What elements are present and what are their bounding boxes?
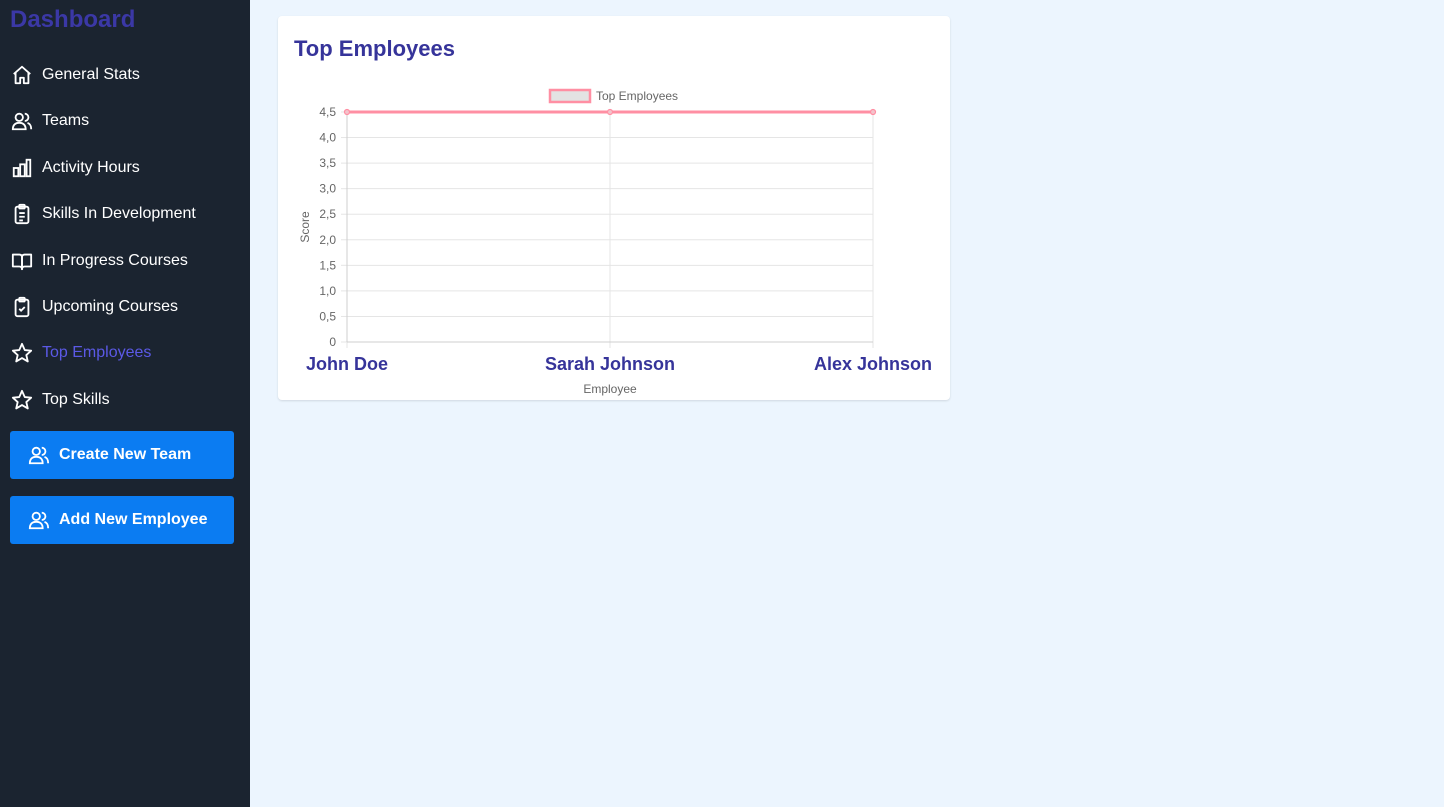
data-point bbox=[869, 108, 877, 116]
nav-skills-in-development[interactable]: Skills In Development bbox=[10, 199, 240, 229]
nav-label: Activity Hours bbox=[42, 159, 140, 176]
y-tick-label: 1,5 bbox=[319, 258, 336, 272]
nav-label: Teams bbox=[42, 112, 90, 129]
bar-chart-icon bbox=[10, 156, 34, 180]
top-employees-card: Top Employees 0 0,5 1,0 1,5 2,0 2,5 3,0 3,5 4,0 4… bbox=[278, 16, 950, 400]
nav-label: In Progress Courses bbox=[42, 252, 188, 269]
x-axis-title: Employee bbox=[583, 382, 637, 396]
star-icon bbox=[10, 341, 34, 365]
users-icon bbox=[28, 509, 50, 531]
button-label: Add New Employee bbox=[59, 511, 208, 528]
add-new-employee-button[interactable]: Add New Employee bbox=[10, 496, 234, 544]
y-tick-label: 0 bbox=[329, 335, 336, 349]
y-axis-title: Score bbox=[298, 211, 312, 243]
legend-label: Top Employees bbox=[596, 89, 678, 103]
data-point bbox=[606, 108, 614, 116]
users-icon bbox=[10, 109, 34, 133]
star-icon bbox=[10, 388, 34, 412]
y-tick-label: 1,0 bbox=[319, 284, 336, 298]
nav-activity-hours[interactable]: Activity Hours bbox=[10, 153, 240, 183]
y-tick-label: 2,5 bbox=[319, 207, 336, 221]
home-icon bbox=[10, 63, 34, 87]
legend-swatch bbox=[548, 88, 592, 104]
data-point bbox=[343, 108, 351, 116]
nav-in-progress-courses[interactable]: In Progress Courses bbox=[10, 246, 240, 276]
y-tick-label: 4,0 bbox=[319, 131, 336, 145]
clipboard-list-icon bbox=[10, 202, 34, 226]
y-tick-label: 3,5 bbox=[319, 156, 336, 170]
top-employees-chart: 0 0,5 1,0 1,5 2,0 2,5 3,0 3,5 4,0 4,5 John Doe Sara… bbox=[298, 88, 932, 396]
x-tick-label: John Doe bbox=[306, 354, 388, 374]
nav-label: Top Employees bbox=[42, 344, 152, 361]
nav-upcoming-courses[interactable]: Upcoming Courses bbox=[10, 292, 240, 322]
nav-label: Top Skills bbox=[42, 391, 110, 408]
users-icon bbox=[28, 444, 50, 466]
nav-general-stats[interactable]: General Stats bbox=[10, 60, 240, 90]
nav-label: General Stats bbox=[42, 66, 140, 83]
y-tick-label: 0,5 bbox=[319, 309, 336, 323]
dashboard-title[interactable]: Dashboard bbox=[10, 6, 135, 34]
clipboard-check-icon bbox=[10, 295, 34, 319]
sidebar: Dashboard General Stats Teams Activity H… bbox=[0, 0, 250, 807]
create-new-team-button[interactable]: Create New Team bbox=[10, 431, 234, 479]
y-tick-label: 4,5 bbox=[319, 105, 336, 119]
nav-top-employees[interactable]: Top Employees bbox=[10, 338, 240, 368]
nav-top-skills[interactable]: Top Skills bbox=[10, 385, 240, 415]
book-open-icon bbox=[10, 249, 34, 273]
y-tick-label: 3,0 bbox=[319, 182, 336, 196]
nav-label: Skills In Development bbox=[42, 205, 196, 222]
nav-teams[interactable]: Teams bbox=[10, 106, 240, 136]
x-tick-label: Sarah Johnson bbox=[545, 354, 675, 374]
x-tick-label: Alex Johnson bbox=[814, 354, 932, 374]
y-tick-label: 2,0 bbox=[319, 233, 336, 247]
nav-label: Upcoming Courses bbox=[42, 298, 179, 315]
button-label: Create New Team bbox=[59, 446, 192, 463]
